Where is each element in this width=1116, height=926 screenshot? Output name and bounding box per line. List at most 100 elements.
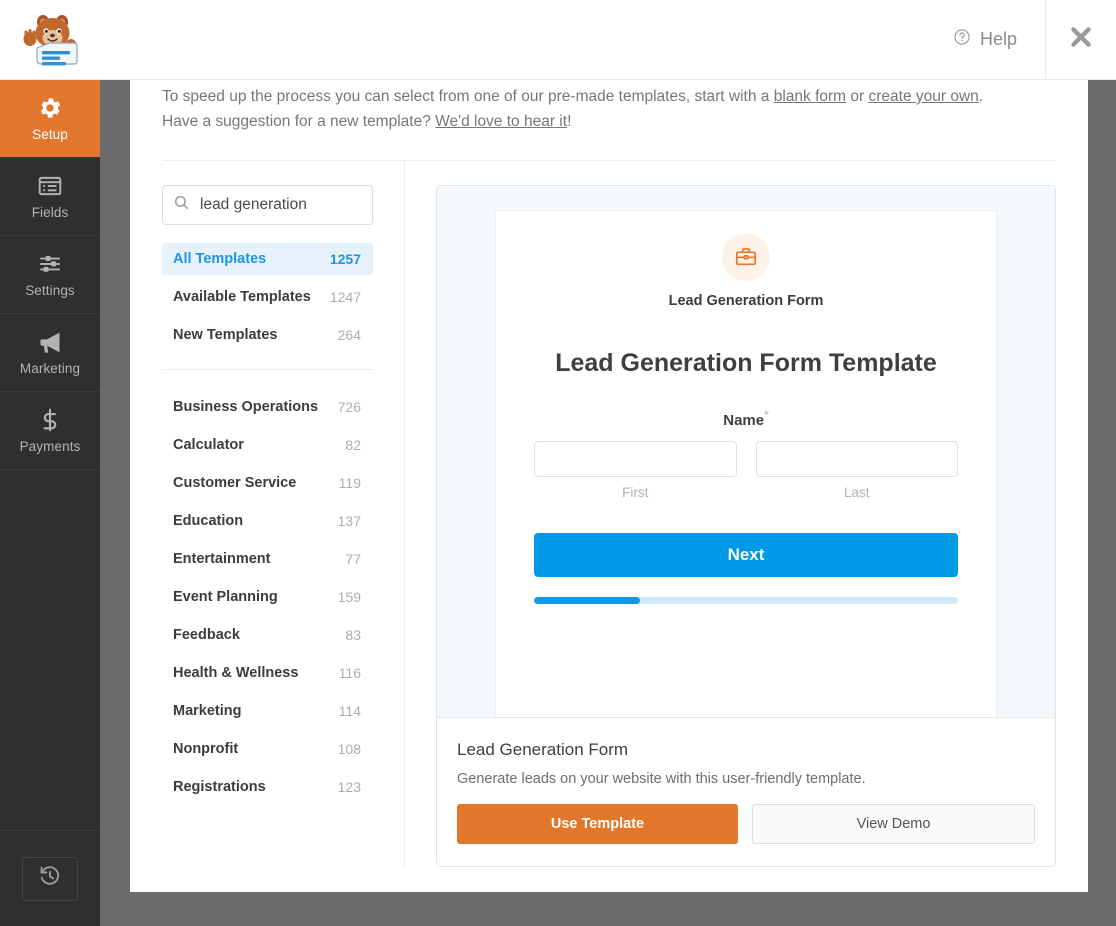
filter-label: Available Templates: [173, 289, 311, 305]
name-field-label-text: Name: [723, 412, 765, 429]
question-circle-icon: [953, 28, 971, 51]
template-badge-caption: Lead Generation Form: [668, 293, 824, 309]
category-entertainment[interactable]: Entertainment 77: [162, 544, 373, 574]
category-label: Marketing: [173, 703, 242, 719]
mascot-logo-icon: [23, 14, 78, 65]
sidebar-item-label: Setup: [32, 127, 68, 142]
filter-count: 1247: [329, 289, 361, 305]
category-feedback[interactable]: Feedback 83: [162, 620, 373, 650]
category-count: 83: [345, 627, 361, 643]
use-template-button[interactable]: Use Template: [457, 804, 738, 844]
category-label: Education: [173, 513, 244, 529]
filter-all-templates[interactable]: All Templates 1257: [162, 243, 373, 275]
category-count: 726: [337, 399, 361, 415]
category-business-operations[interactable]: Business Operations 726: [162, 392, 373, 422]
category-calculator[interactable]: Calculator 82: [162, 430, 373, 460]
close-button[interactable]: [1046, 0, 1116, 80]
sidebar-item-label: Fields: [31, 205, 69, 220]
sidebar-item-label: Settings: [25, 283, 75, 298]
filter-available-templates[interactable]: Available Templates 1247: [162, 281, 373, 313]
category-customer-service[interactable]: Customer Service 119: [162, 468, 373, 498]
category-count: 108: [337, 741, 361, 757]
category-count: 123: [337, 779, 361, 795]
last-name-input[interactable]: [755, 441, 958, 477]
app-root: Setup Fields Settings Marketing Payments…: [0, 0, 1116, 926]
preview-title: Lead Generation Form Template: [555, 349, 937, 377]
filters-column: All Templates 1257 Available Templates 1…: [162, 161, 405, 867]
category-health-wellness[interactable]: Health & Wellness 116: [162, 658, 373, 688]
intro-part-4: !: [567, 113, 572, 130]
form-progress-bar: [534, 597, 958, 604]
sidebar-item-settings[interactable]: Settings: [0, 236, 100, 314]
mascot-logo[interactable]: [0, 0, 100, 80]
category-list: Business Operations 726 Calculator 82 Cu…: [162, 392, 373, 802]
search-box[interactable]: [162, 185, 373, 225]
templates-columns: All Templates 1257 Available Templates 1…: [130, 161, 1088, 867]
sidebar-item-label: Marketing: [19, 361, 81, 376]
filter-list: All Templates 1257 Available Templates 1…: [162, 243, 373, 351]
create-your-own-link[interactable]: create your own: [869, 88, 979, 105]
category-label: Event Planning: [173, 589, 278, 605]
sliders-icon: [37, 251, 63, 277]
preview-sheet: Lead Generation Form Lead Generation For…: [495, 210, 997, 717]
view-demo-button[interactable]: View Demo: [752, 804, 1035, 844]
required-marker: *: [764, 408, 769, 422]
intro-part-1: To speed up the process you can select f…: [162, 88, 774, 105]
results-column: Lead Generation Form Lead Generation For…: [405, 161, 1088, 867]
filter-label: All Templates: [173, 251, 267, 267]
close-icon: [1068, 24, 1094, 55]
history-icon: [38, 864, 62, 893]
category-label: Entertainment: [173, 551, 271, 567]
template-info: Lead Generation Form Generate leads on y…: [437, 717, 1055, 866]
sidebar-item-payments[interactable]: Payments: [0, 392, 100, 470]
templates-modal-body: To speed up the process you can select f…: [130, 80, 1088, 892]
category-education[interactable]: Education 137: [162, 506, 373, 536]
template-card[interactable]: Lead Generation Form Lead Generation For…: [436, 185, 1056, 867]
category-count: 137: [337, 513, 361, 529]
category-count: 116: [338, 665, 361, 681]
filter-count: 1257: [329, 251, 361, 267]
sidebar-item-setup[interactable]: Setup: [0, 80, 100, 158]
last-name-group: Last: [755, 441, 958, 500]
search-icon: [173, 194, 190, 216]
dollar-icon: [37, 407, 63, 433]
category-nonprofit[interactable]: Nonprofit 108: [162, 734, 373, 764]
filter-label: New Templates: [173, 327, 278, 343]
category-label: Customer Service: [173, 475, 297, 491]
first-name-input[interactable]: [534, 441, 737, 477]
category-event-planning[interactable]: Event Planning 159: [162, 582, 373, 612]
first-name-sublabel: First: [622, 485, 649, 500]
category-label: Health & Wellness: [173, 665, 299, 681]
category-label: Calculator: [173, 437, 244, 453]
template-actions: Use Template View Demo: [457, 804, 1035, 844]
help-button[interactable]: Help: [953, 0, 1045, 79]
modal-topbar: Help: [100, 0, 1116, 80]
help-label: Help: [979, 29, 1017, 49]
category-registrations[interactable]: Registrations 123: [162, 772, 373, 802]
template-name: Lead Generation Form: [457, 740, 629, 759]
category-marketing[interactable]: Marketing 114: [162, 696, 373, 726]
category-count: 82: [345, 437, 361, 453]
category-label: Business Operations: [173, 399, 319, 415]
intro-text: To speed up the process you can select f…: [130, 84, 1030, 134]
first-name-group: First: [534, 441, 737, 500]
template-preview: Lead Generation Form Lead Generation For…: [437, 186, 1055, 717]
last-name-sublabel: Last: [843, 485, 870, 500]
search-input[interactable]: [200, 196, 362, 214]
sidebar-item-marketing[interactable]: Marketing: [0, 314, 100, 392]
revision-history-button[interactable]: [22, 856, 78, 901]
megaphone-icon: [37, 329, 64, 355]
category-label: Feedback: [173, 627, 240, 643]
category-count: 77: [345, 551, 361, 567]
filters-divider: [162, 369, 373, 370]
filter-new-templates[interactable]: New Templates 264: [162, 319, 373, 351]
blank-form-link[interactable]: blank form: [774, 88, 846, 105]
sidebar-item-fields[interactable]: Fields: [0, 158, 100, 236]
category-count: 159: [337, 589, 361, 605]
filter-count: 264: [337, 327, 361, 343]
left-sidebar: Setup Fields Settings Marketing Payments: [0, 0, 100, 926]
form-progress-fill: [534, 597, 640, 604]
category-count: 114: [338, 703, 361, 719]
suggest-template-link[interactable]: We'd love to hear it: [435, 113, 567, 130]
next-button[interactable]: Next: [534, 533, 958, 577]
